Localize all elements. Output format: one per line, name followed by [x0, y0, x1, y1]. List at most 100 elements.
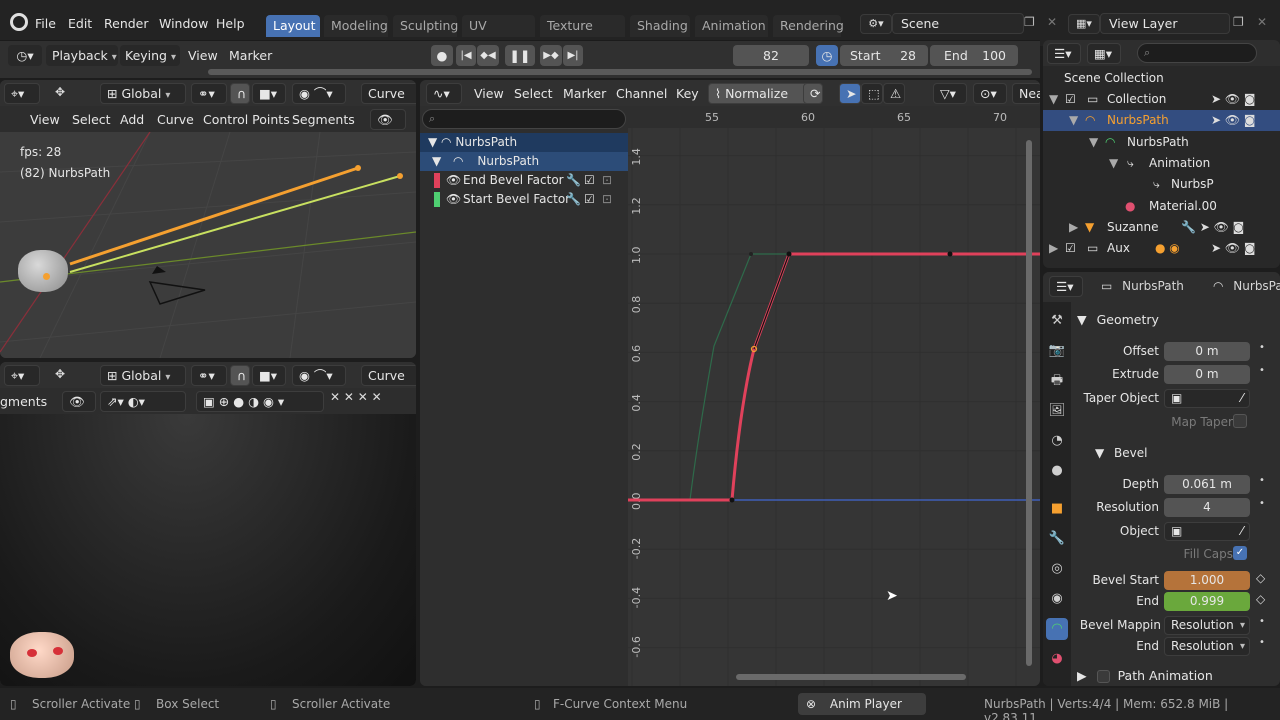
- scene-name-field[interactable]: Scene: [892, 13, 1024, 34]
- modifier-tab-icon[interactable]: 🔧: [1046, 528, 1068, 550]
- graph-menu-key[interactable]: Key: [676, 86, 699, 101]
- shading-mode-icons[interactable]: ▣ ⊕ ● ◑ ◉ ▾: [196, 391, 324, 412]
- frame-end-field[interactable]: End 100: [930, 45, 1018, 66]
- vertical-scrollbar[interactable]: [1026, 140, 1032, 666]
- tab-uv-editing[interactable]: UV Editing: [462, 15, 535, 55]
- fcurve-plot[interactable]: 1.41.21.00.80.60.40.20.0-0.2-0.4-0.6: [628, 106, 1040, 686]
- editor-type-icon-2[interactable]: ⌖▾: [4, 365, 40, 386]
- graph-canvas[interactable]: 1.4 1.2 1.0 0.8 0.6 0.4 0.2 0.0 -0.2 -0.4 -0.6 55 …: [628, 106, 1040, 686]
- taper-object-field[interactable]: ▣ ⁄: [1164, 389, 1250, 408]
- object-tab-icon[interactable]: ■: [1046, 498, 1068, 520]
- outliner-row-suzanne[interactable]: ▶ ▼ Suzanne 🔧 ➤ 👁 ◙: [1043, 217, 1280, 238]
- keyframe-dot-icon[interactable]: •: [1259, 342, 1265, 353]
- data-breadcrumb[interactable]: ◠ NurbsPath: [1213, 279, 1280, 293]
- cancel-icon[interactable]: ⊗: [806, 697, 816, 711]
- filter-icon[interactable]: ▽▾: [933, 83, 967, 104]
- suzanne-mesh[interactable]: [18, 250, 68, 292]
- pivot-icon[interactable]: ⚭▾: [191, 83, 227, 104]
- graph-menu-channel[interactable]: Channel: [616, 86, 667, 101]
- vp-menu-segments-2[interactable]: gments: [0, 394, 47, 409]
- outliner-row-animation[interactable]: ▼ ⤷ Animation: [1043, 153, 1280, 174]
- snap-icon[interactable]: ∩: [230, 83, 250, 104]
- visibility-icon-2[interactable]: 👁▾: [62, 391, 96, 428]
- keyframe-dot-icon[interactable]: •: [1259, 637, 1265, 648]
- view-layer-tab-icon[interactable]: 🖼: [1046, 400, 1068, 422]
- row-icons[interactable]: ➤ 👁 ◙: [1211, 89, 1256, 110]
- tab-animation[interactable]: Animation: [695, 15, 768, 37]
- vp-menu-control-points[interactable]: Control Points: [203, 112, 290, 127]
- keyframe-dot-icon[interactable]: •: [1259, 616, 1265, 627]
- channel-object[interactable]: ▼ ◠ NurbsPath: [420, 133, 628, 152]
- graph-menu-select[interactable]: Select: [514, 86, 553, 101]
- keyframe-diamond-icon[interactable]: ◇: [1256, 592, 1265, 606]
- keyframe-diamond-icon[interactable]: ◇: [1256, 571, 1265, 585]
- display-mode-icon[interactable]: ▦▾: [1087, 43, 1121, 64]
- row-icons[interactable]: ● ◉: [1155, 238, 1180, 259]
- graph-menu-view[interactable]: View: [474, 86, 504, 101]
- scene-tab-icon[interactable]: ◔: [1046, 430, 1068, 452]
- blender-logo-icon[interactable]: [10, 13, 28, 31]
- pause-icon[interactable]: ❚❚: [505, 45, 535, 66]
- outliner-row-material[interactable]: ● Material.00: [1043, 196, 1280, 217]
- path-animation-panel[interactable]: ▶ Path Animation: [1077, 668, 1213, 683]
- outliner-scene-collection[interactable]: Scene Collection: [1043, 68, 1280, 89]
- curve-data-tab-icon[interactable]: ◠: [1046, 618, 1068, 640]
- curve-stroke-dropdown[interactable]: Curve St: [361, 83, 416, 120]
- tab-shading[interactable]: Shading: [630, 15, 690, 37]
- keyframe-dot-icon[interactable]: •: [1259, 498, 1265, 509]
- outliner-type-icon[interactable]: ☰▾: [1047, 43, 1081, 64]
- playback-menu[interactable]: Playback ▾: [46, 45, 118, 66]
- particles-tab-icon[interactable]: ◎: [1046, 558, 1068, 580]
- lock-icon[interactable]: ⊡: [602, 190, 612, 209]
- editor-type-icon[interactable]: ⌖▾: [4, 83, 40, 104]
- next-keyframe-icon[interactable]: ▶◆: [540, 45, 562, 66]
- row-icons[interactable]: 🔧 ➤ 👁 ◙: [1181, 217, 1244, 238]
- pivot-icon-2[interactable]: ⚭▾: [191, 365, 227, 386]
- view-layer-field[interactable]: View Layer: [1100, 13, 1230, 34]
- curve-stroke-dropdown-2[interactable]: Curve St: [361, 365, 416, 402]
- graph-menu-marker[interactable]: Marker: [563, 86, 606, 101]
- viewport-3d-canvas[interactable]: fps: 28 (82) NurbsPath: [0, 132, 416, 358]
- editor-type-icon[interactable]: ◷▾: [8, 45, 42, 66]
- normalize-toggle[interactable]: ⌇ Normalize: [708, 83, 812, 104]
- orientation-dropdown-2[interactable]: ⊞ Global ▾: [100, 365, 186, 386]
- graph-editor-type-icon[interactable]: ∿▾: [426, 83, 462, 104]
- tab-rendering[interactable]: Rendering: [773, 15, 844, 37]
- bevel-mapping-dropdown[interactable]: Resolution ▾: [1164, 616, 1250, 635]
- visibility-icon[interactable]: 👁▾: [370, 109, 406, 146]
- eye-icon[interactable]: 👁: [446, 171, 461, 190]
- resolution-field[interactable]: 4: [1164, 498, 1250, 517]
- proportional-edit-icon-2[interactable]: ◉ ⌒▾: [292, 365, 346, 386]
- channel-data[interactable]: ▼ ◠ NurbsPath: [420, 152, 628, 171]
- delete-view-layer-icon[interactable]: ✕: [1257, 15, 1267, 29]
- normalize-refresh-icon[interactable]: ⟳: [803, 83, 823, 104]
- close-area-icons[interactable]: ✕ ✕ ✕ ✕: [330, 390, 382, 404]
- tab-sculpting[interactable]: Sculpting: [393, 15, 458, 37]
- outliner-search-input[interactable]: ⌕: [1137, 43, 1257, 63]
- modifier-wrench-icon[interactable]: 🔧: [566, 171, 581, 190]
- new-view-layer-icon[interactable]: ❐: [1233, 15, 1244, 29]
- render-tab-icon[interactable]: 📷: [1046, 340, 1068, 362]
- timeline-view-menu[interactable]: View: [188, 48, 218, 63]
- outliner-row-collection[interactable]: ▼ ☑ ▭ Collection ➤ 👁 ◙: [1043, 89, 1280, 110]
- new-scene-icon[interactable]: ❐: [1024, 15, 1035, 29]
- proportional-edit-icon[interactable]: ◉ ⌒▾: [292, 83, 346, 104]
- preview-range-icon[interactable]: ◷: [816, 45, 838, 66]
- vp-menu-select[interactable]: Select: [72, 112, 111, 127]
- keyframe-dot-icon[interactable]: •: [1259, 365, 1265, 376]
- keying-menu[interactable]: Keying ▾: [120, 45, 180, 66]
- jump-start-icon[interactable]: |◀: [456, 45, 476, 66]
- snap-icon-2[interactable]: ∩: [230, 365, 250, 386]
- world-tab-icon[interactable]: ●: [1046, 460, 1068, 482]
- orientation-dropdown[interactable]: ⊞ Global ▾: [100, 83, 186, 104]
- snap-target-icon[interactable]: ■▾: [252, 83, 286, 104]
- object-breadcrumb[interactable]: ▭ NurbsPath: [1101, 279, 1184, 293]
- nearest-frame-dropdown[interactable]: Nea: [1012, 83, 1040, 104]
- outliner-row-nurbspath-data[interactable]: ▼ ◠ NurbsPath: [1043, 132, 1280, 153]
- offset-field[interactable]: 0 m: [1164, 342, 1250, 361]
- vp-menu-add[interactable]: Add: [120, 112, 144, 127]
- menu-window[interactable]: Window: [159, 16, 208, 31]
- tool-tab-icon[interactable]: ⚒: [1046, 310, 1068, 332]
- keyframe-dot-icon[interactable]: •: [1259, 475, 1265, 486]
- outliner-row-aux[interactable]: ▶ ☑ ▭ Aux ● ◉ ➤ 👁 ◙: [1043, 238, 1280, 259]
